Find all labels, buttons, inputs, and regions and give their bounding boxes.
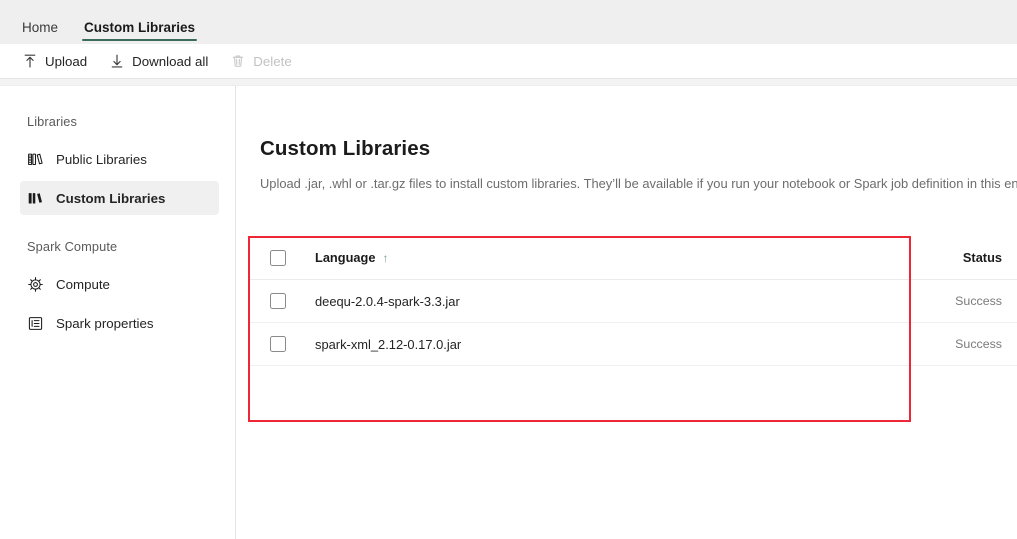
select-all-checkbox[interactable] — [270, 249, 286, 266]
column-header-language[interactable]: Language ↑ — [286, 250, 861, 265]
row-checkbox[interactable] — [270, 293, 286, 309]
trash-icon — [230, 53, 246, 69]
sidebar-item-custom-libraries-label: Custom Libraries — [56, 190, 166, 206]
row-status: Success — [955, 294, 1002, 308]
page-description: Upload .jar, .whl or .tar.gz files to in… — [260, 176, 1017, 191]
tab-custom-libraries[interactable]: Custom Libraries — [71, 10, 208, 44]
libraries-table: Language ↑ Status deequ-2.0.4-spark-3.3.… — [248, 236, 1017, 366]
sidebar-item-public-libraries[interactable]: Public Libraries — [20, 142, 219, 176]
table-header-row: Language ↑ Status — [248, 236, 1017, 280]
sidebar-item-custom-libraries[interactable]: Custom Libraries — [20, 181, 219, 215]
page-body: Libraries Public Libraries Custom Librar… — [0, 86, 1017, 539]
custom-library-icon — [27, 190, 44, 207]
delete-button-label: Delete — [253, 53, 292, 69]
upload-button[interactable]: Upload — [13, 47, 96, 75]
row-checkbox[interactable] — [270, 336, 286, 352]
toolbar-divider — [0, 78, 1017, 86]
download-all-button[interactable]: Download all — [100, 47, 217, 75]
row-library-name: spark-xml_2.12-0.17.0.jar — [315, 336, 462, 352]
sidebar-item-spark-properties-label: Spark properties — [56, 315, 154, 331]
column-header-status[interactable]: Status — [861, 250, 1011, 265]
tab-home[interactable]: Home — [9, 10, 71, 44]
row-status: Success — [955, 337, 1002, 351]
upload-arrow-icon — [22, 53, 38, 69]
download-all-button-label: Download all — [132, 53, 209, 69]
tab-strip: Home Custom Libraries — [0, 0, 1017, 44]
download-arrow-icon — [109, 53, 125, 69]
sidebar-item-compute-label: Compute — [56, 276, 110, 292]
sidebar-item-public-libraries-label: Public Libraries — [56, 151, 147, 167]
delete-button[interactable]: Delete — [221, 47, 300, 75]
column-header-language-label: Language — [315, 250, 376, 265]
main-content: Custom Libraries Upload .jar, .whl or .t… — [236, 86, 1017, 539]
properties-list-icon — [27, 315, 44, 332]
public-library-icon — [27, 151, 44, 168]
sort-ascending-icon: ↑ — [382, 250, 389, 265]
sidebar-section-libraries: Libraries — [27, 114, 77, 129]
sidebar-section-spark-compute: Spark Compute — [27, 239, 118, 254]
page-title: Custom Libraries — [260, 137, 431, 160]
table-row[interactable]: spark-xml_2.12-0.17.0.jar Success — [248, 323, 1017, 366]
sidebar: Libraries Public Libraries Custom Librar… — [0, 86, 236, 539]
command-toolbar: Upload Download all Delete — [0, 44, 1017, 78]
row-library-name: deequ-2.0.4-spark-3.3.jar — [315, 293, 460, 309]
upload-button-label: Upload — [45, 53, 88, 69]
table-row[interactable]: deequ-2.0.4-spark-3.3.jar Success — [248, 280, 1017, 323]
compute-chip-icon — [27, 276, 44, 293]
sidebar-item-compute[interactable]: Compute — [20, 267, 219, 301]
sidebar-item-spark-properties[interactable]: Spark properties — [20, 306, 219, 340]
